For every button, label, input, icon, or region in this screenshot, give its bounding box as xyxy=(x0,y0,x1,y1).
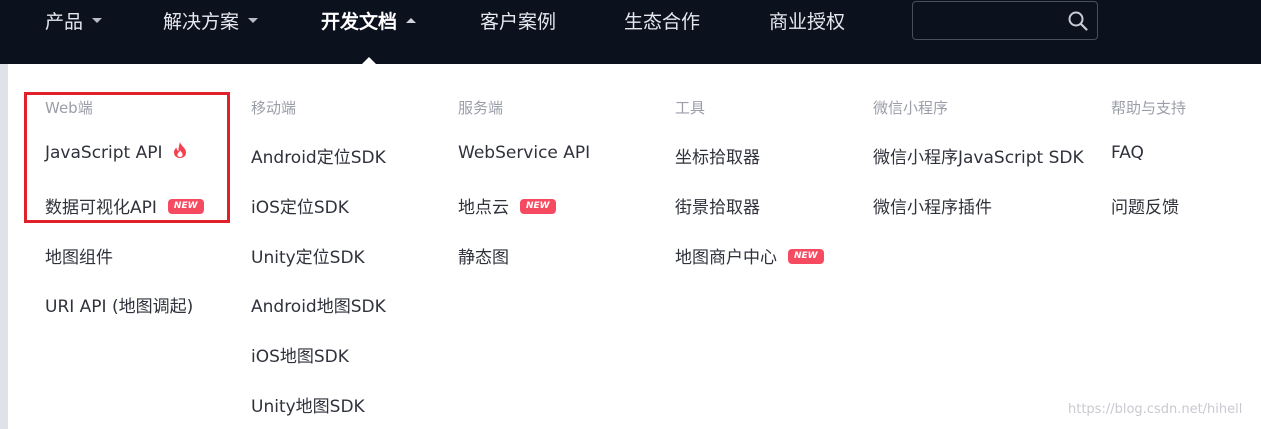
nav-item-licensing[interactable]: 商业授权 xyxy=(769,0,845,44)
link-label: 静态图 xyxy=(458,248,509,268)
link-static-map[interactable]: 静态图 xyxy=(458,243,509,268)
link-label: 地点云 xyxy=(458,198,509,218)
link-label: WebService API xyxy=(458,143,591,163)
nav-item-label: 生态合作 xyxy=(624,11,701,33)
link-place-cloud[interactable]: 地点云 NEW xyxy=(458,193,556,218)
nav-item-label: 客户案例 xyxy=(480,11,557,33)
nav-item-solutions[interactable]: 解决方案 xyxy=(163,0,259,44)
nav-item-cases[interactable]: 客户案例 xyxy=(480,0,556,44)
link-label: 微信小程序JavaScript SDK xyxy=(873,148,1084,168)
column-heading: 工具 xyxy=(675,99,706,117)
nav-item-dev-docs[interactable]: 开发文档 xyxy=(321,0,417,44)
search-icon[interactable] xyxy=(1067,10,1089,32)
link-miniprogram-js-sdk[interactable]: 微信小程序JavaScript SDK xyxy=(873,143,1084,168)
column-heading: 服务端 xyxy=(458,99,504,117)
watermark: https://blog.csdn.net/hihell xyxy=(1068,402,1243,417)
link-label: iOS定位SDK xyxy=(251,198,349,218)
link-label: 地图商户中心 xyxy=(675,248,777,268)
column-heading: 帮助与支持 xyxy=(1111,99,1187,117)
link-label: 问题反馈 xyxy=(1111,198,1179,218)
link-label: 街景拾取器 xyxy=(675,198,760,218)
chevron-down-icon xyxy=(248,18,259,23)
link-label: Unity地图SDK xyxy=(251,397,365,417)
link-merchant-center[interactable]: 地图商户中心 NEW xyxy=(675,243,824,268)
nav-item-label: 开发文档 xyxy=(321,11,398,33)
link-webservice-api[interactable]: WebService API xyxy=(458,143,590,163)
search-input[interactable] xyxy=(919,8,1063,35)
column-heading: 移动端 xyxy=(251,99,297,117)
link-miniprogram-plugin[interactable]: 微信小程序插件 xyxy=(873,193,992,218)
link-label: iOS地图SDK xyxy=(251,347,349,367)
link-label: 坐标拾取器 xyxy=(675,148,760,168)
new-badge: NEW xyxy=(788,248,824,264)
link-streetview-picker[interactable]: 街景拾取器 xyxy=(675,193,760,218)
chevron-up-icon xyxy=(406,18,417,23)
nav-item-label: 产品 xyxy=(45,11,84,33)
dropdown-pointer xyxy=(362,57,376,64)
link-label: Unity定位SDK xyxy=(251,248,365,268)
link-unity-location-sdk[interactable]: Unity定位SDK xyxy=(251,243,365,268)
link-unity-map-sdk[interactable]: Unity地图SDK xyxy=(251,392,365,417)
link-ios-location-sdk[interactable]: iOS定位SDK xyxy=(251,193,349,218)
chevron-down-icon xyxy=(92,18,103,23)
link-label: 地图组件 xyxy=(45,248,113,268)
column-heading: 微信小程序 xyxy=(873,99,949,117)
link-label: URI API (地图调起) xyxy=(45,297,194,317)
dev-docs-dropdown-panel: Web端 JavaScript API 数据可视化API NEW 地图组件 URI… xyxy=(8,57,1261,429)
nav-item-products[interactable]: 产品 xyxy=(45,0,103,44)
annotation-highlight-box xyxy=(24,92,230,223)
search-box xyxy=(912,1,1098,40)
link-uri-api[interactable]: URI API (地图调起) xyxy=(45,292,193,317)
link-android-map-sdk[interactable]: Android地图SDK xyxy=(251,292,386,317)
top-navigation-bar: 产品 解决方案 开发文档 客户案例 生态合作 商业授权 xyxy=(0,0,1261,64)
nav-item-label: 解决方案 xyxy=(163,11,240,33)
link-map-components[interactable]: 地图组件 xyxy=(45,243,113,268)
link-feedback[interactable]: 问题反馈 xyxy=(1111,193,1179,218)
link-label: FAQ xyxy=(1111,143,1144,163)
nav-item-label: 商业授权 xyxy=(769,11,846,33)
new-badge: NEW xyxy=(520,198,556,214)
link-label: 微信小程序插件 xyxy=(873,198,992,218)
link-coordinate-picker[interactable]: 坐标拾取器 xyxy=(675,143,760,168)
link-android-location-sdk[interactable]: Android定位SDK xyxy=(251,143,386,168)
link-label: Android定位SDK xyxy=(251,148,386,168)
nav-item-ecosystem[interactable]: 生态合作 xyxy=(624,0,700,44)
link-ios-map-sdk[interactable]: iOS地图SDK xyxy=(251,342,349,367)
link-faq[interactable]: FAQ xyxy=(1111,143,1144,163)
link-label: Android地图SDK xyxy=(251,297,386,317)
